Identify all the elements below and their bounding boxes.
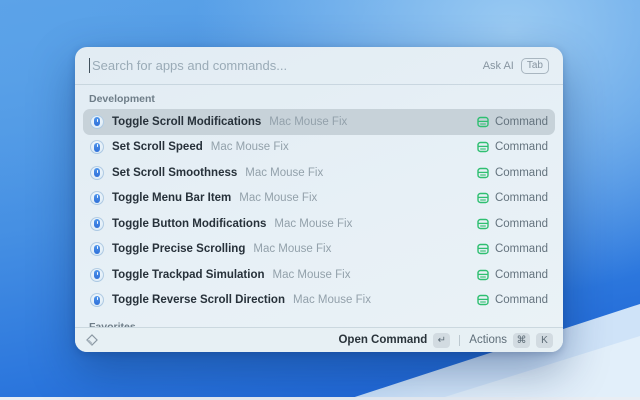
command-list-item[interactable]: Toggle Scroll Modifications Mac Mouse Fi… bbox=[83, 109, 555, 135]
mac-mouse-fix-app-icon bbox=[90, 166, 104, 180]
raycast-logo-icon bbox=[85, 333, 99, 347]
mac-mouse-fix-app-icon bbox=[90, 217, 104, 231]
mac-mouse-fix-app-icon bbox=[90, 293, 104, 307]
command-title: Set Scroll Speed bbox=[112, 141, 203, 153]
command-title: Set Scroll Smoothness bbox=[112, 167, 237, 179]
command-app-name: Mac Mouse Fix bbox=[293, 294, 371, 306]
command-type-label: Command bbox=[495, 192, 548, 204]
command-title: Toggle Menu Bar Item bbox=[112, 192, 231, 204]
command-list-item[interactable]: Toggle Button Modifications Mac Mouse Fi… bbox=[83, 211, 555, 237]
search-input[interactable]: Search for apps and commands... bbox=[92, 58, 287, 73]
command-app-name: Mac Mouse Fix bbox=[274, 218, 352, 230]
tab-key-badge[interactable]: Tab bbox=[521, 58, 549, 74]
command-list: Development Toggle Scroll Modifications … bbox=[75, 85, 563, 327]
search-bar: Search for apps and commands... Ask AI T… bbox=[75, 47, 563, 85]
section-header-favorites: Favorites bbox=[83, 313, 555, 327]
mac-mouse-fix-app-icon bbox=[90, 115, 104, 129]
actions-button[interactable]: Actions ⌘ K bbox=[469, 333, 553, 348]
return-key-badge: ↵ bbox=[433, 333, 450, 348]
section-header-development: Development bbox=[83, 85, 555, 109]
command-app-name: Mac Mouse Fix bbox=[253, 243, 331, 255]
script-command-icon bbox=[477, 116, 489, 128]
command-title: Toggle Trackpad Simulation bbox=[112, 269, 265, 281]
script-command-icon bbox=[477, 167, 489, 179]
command-list-item[interactable]: Toggle Precise Scrolling Mac Mouse Fix C… bbox=[83, 237, 555, 263]
mac-mouse-fix-app-icon bbox=[90, 268, 104, 282]
command-type-label: Command bbox=[495, 218, 548, 230]
script-command-icon bbox=[477, 294, 489, 306]
mac-mouse-fix-app-icon bbox=[90, 191, 104, 205]
mac-mouse-fix-app-icon bbox=[90, 140, 104, 154]
command-title: Toggle Scroll Modifications bbox=[112, 116, 261, 128]
command-list-item[interactable]: Toggle Reverse Scroll Direction Mac Mous… bbox=[83, 288, 555, 314]
k-key-badge: K bbox=[536, 333, 553, 348]
script-command-icon bbox=[477, 192, 489, 204]
command-key-badge: ⌘ bbox=[513, 333, 530, 348]
mac-mouse-fix-app-icon bbox=[90, 242, 104, 256]
command-app-name: Mac Mouse Fix bbox=[239, 192, 317, 204]
command-list-item[interactable]: Set Scroll Speed Mac Mouse Fix Command bbox=[83, 135, 555, 161]
command-list-item[interactable]: Toggle Menu Bar Item Mac Mouse Fix Comma… bbox=[83, 186, 555, 212]
open-command-label: Open Command bbox=[338, 334, 427, 346]
command-type-label: Command bbox=[495, 167, 548, 179]
script-command-icon bbox=[477, 269, 489, 281]
command-app-name: Mac Mouse Fix bbox=[245, 167, 323, 179]
command-title: Toggle Precise Scrolling bbox=[112, 243, 245, 255]
command-type-label: Command bbox=[495, 269, 548, 281]
actions-label: Actions bbox=[469, 334, 507, 346]
ask-ai-label[interactable]: Ask AI bbox=[483, 60, 514, 72]
command-type-label: Command bbox=[495, 243, 548, 255]
command-type-label: Command bbox=[495, 116, 548, 128]
command-title: Toggle Button Modifications bbox=[112, 218, 266, 230]
command-list-item[interactable]: Toggle Trackpad Simulation Mac Mouse Fix… bbox=[83, 262, 555, 288]
command-title: Toggle Reverse Scroll Direction bbox=[112, 294, 285, 306]
script-command-icon bbox=[477, 243, 489, 255]
command-type-label: Command bbox=[495, 141, 548, 153]
command-type-label: Command bbox=[495, 294, 548, 306]
script-command-icon bbox=[477, 218, 489, 230]
raycast-launcher-window: Search for apps and commands... Ask AI T… bbox=[75, 47, 563, 352]
action-bar: Open Command ↵ Actions ⌘ K bbox=[75, 327, 563, 352]
command-app-name: Mac Mouse Fix bbox=[273, 269, 351, 281]
command-app-name: Mac Mouse Fix bbox=[211, 141, 289, 153]
script-command-icon bbox=[477, 141, 489, 153]
command-app-name: Mac Mouse Fix bbox=[269, 116, 347, 128]
open-command-button[interactable]: Open Command ↵ bbox=[338, 333, 450, 348]
footer-separator bbox=[459, 335, 460, 346]
command-list-item[interactable]: Set Scroll Smoothness Mac Mouse Fix Comm… bbox=[83, 160, 555, 186]
text-cursor bbox=[89, 58, 90, 73]
